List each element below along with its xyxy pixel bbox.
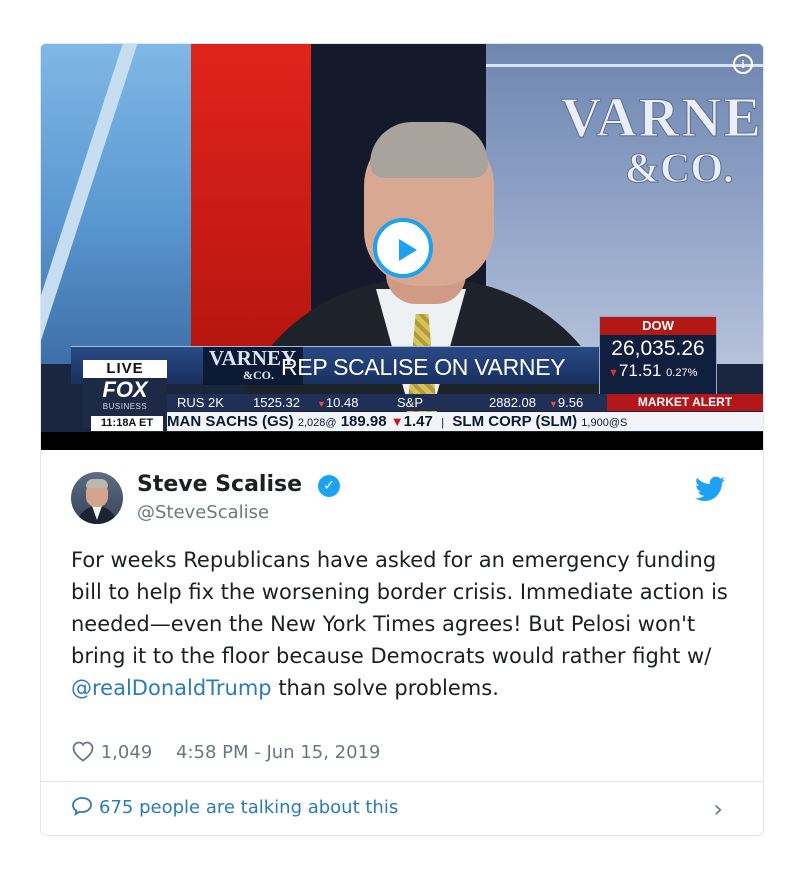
ticker-stock-2-shares: 1,900@ (581, 417, 620, 429)
tweet-author: Steve Scalise ✓ @SteveScalise (71, 472, 731, 526)
divider (41, 781, 763, 782)
studio-line (486, 64, 763, 67)
author-handle[interactable]: @SteveScalise (137, 502, 269, 523)
mention-link[interactable]: @realDonaldTrump (71, 676, 272, 700)
ticker-value: 1525.32 (253, 395, 300, 410)
author-name[interactable]: Steve Scalise (137, 472, 302, 497)
play-icon[interactable] (373, 218, 433, 278)
ticker-change-value: 10.48 (325, 395, 359, 410)
avatar[interactable] (71, 472, 123, 524)
tweet-text-body: For weeks Republicans have asked for an … (71, 548, 728, 668)
ticker-change: ▼10.48 (317, 395, 358, 410)
video-player[interactable]: VARNE &CO. i DOW 26,035.26 ▼71.51 0.27% … (41, 44, 763, 450)
ticker-stock-2: SLM CORP (SLM) (452, 413, 578, 430)
ticker-change-value: 9.56 (557, 395, 584, 410)
down-arrow-icon: ▼ (390, 414, 404, 429)
dow-change-pct: 0.27% (666, 367, 698, 379)
down-arrow-icon: ▼ (549, 399, 558, 409)
video-bottom-bar (41, 432, 763, 450)
heart-icon[interactable] (71, 740, 95, 762)
ticker-value: 2882.08 (489, 395, 536, 410)
twitter-bird-icon[interactable] (695, 476, 725, 502)
dow-box: DOW 26,035.26 ▼71.51 0.27% (599, 316, 717, 396)
tweet-timestamp[interactable]: 4:58 PM - Jun 15, 2019 (176, 742, 380, 763)
dow-title: DOW (600, 317, 716, 335)
broadcast-time: 11:18A ET (91, 416, 163, 431)
market-alert: MARKET ALERT (607, 394, 763, 411)
verified-badge-icon: ✓ (318, 475, 340, 497)
banner-headline: REP SCALISE ON VARNEY (281, 354, 566, 380)
network-logo-sub: BUSINESS (102, 402, 148, 411)
conversation-link[interactable]: 675 people are talking about this › (71, 796, 731, 824)
chevron-right-icon[interactable]: › (713, 796, 723, 822)
ticker-stock-1-shares: 2,028@ (297, 417, 337, 429)
tweet-text-end: than solve problems. (271, 676, 499, 700)
conversation-label: 675 people are talking about this (99, 797, 399, 818)
ticker-stock-1-price: 189.98 (340, 413, 387, 430)
tweet-text: For weeks Republicans have asked for an … (71, 544, 731, 704)
ticker-change: ▼9.56 (549, 395, 583, 410)
ticker-label: S&P (397, 395, 424, 410)
ticker-stock-2-price: S (620, 417, 628, 429)
ticker-stock-1: MAN SACHS (GS) (167, 413, 294, 430)
like-count[interactable]: 1,049 (101, 742, 153, 763)
network-logo-text: FOX (102, 377, 148, 402)
market-ticker-bottom: MAN SACHS (GS) 2,028@ 189.98 ▼1.47 | SLM… (167, 412, 763, 431)
ticker-stock-1-change: 1.47 (403, 413, 433, 430)
live-badge: LIVE (83, 360, 167, 378)
show-logo-line2: &CO. (625, 146, 735, 193)
avatar-hair (86, 479, 108, 488)
dow-change-value: 71.51 (618, 361, 662, 380)
down-arrow-icon: ▼ (608, 367, 619, 379)
down-arrow-icon: ▼ (317, 399, 326, 409)
dow-value: 26,035.26 (611, 337, 705, 360)
tweet-card: VARNE &CO. i DOW 26,035.26 ▼71.51 0.27% … (40, 43, 764, 836)
ticker-label: RUS 2K (177, 395, 224, 410)
comment-bubble-icon (72, 797, 92, 816)
info-icon[interactable]: i (733, 54, 753, 74)
dow-change: ▼71.51 0.27% (608, 361, 716, 381)
guest-hair (370, 122, 488, 178)
ticker-separator: | (441, 417, 445, 429)
market-ticker-top: RUS 2K 1525.32 ▼10.48 S&P 2882.08 ▼9.56 … (167, 394, 763, 411)
tweet-meta: 1,049 4:58 PM - Jun 15, 2019 (71, 740, 380, 764)
